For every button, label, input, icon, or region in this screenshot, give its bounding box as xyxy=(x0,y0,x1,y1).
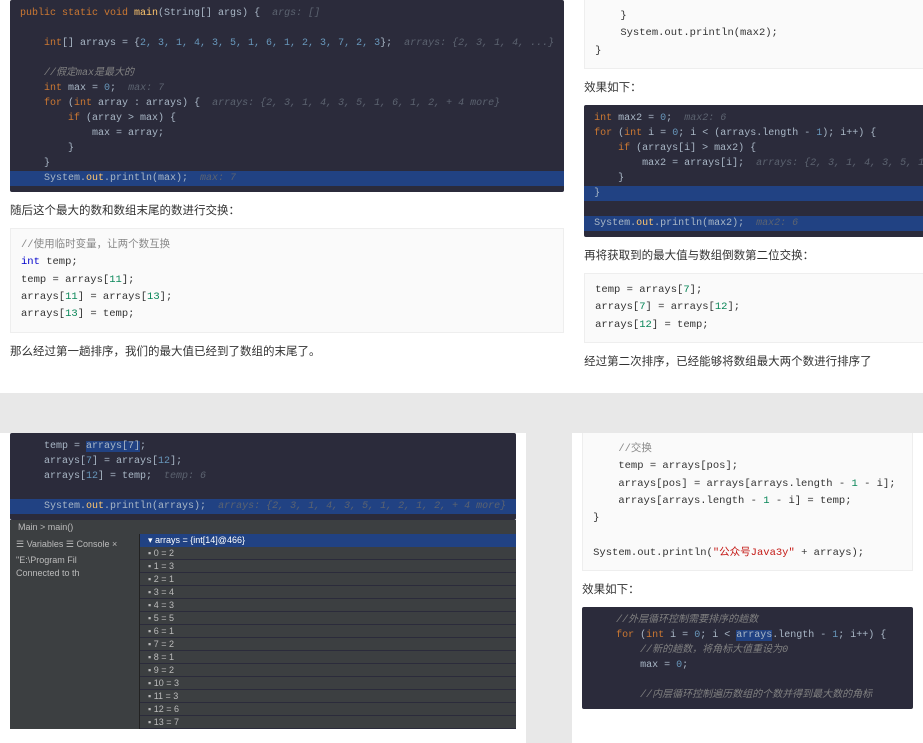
variable-row: ▪ 8 = 1 xyxy=(140,651,516,664)
paragraph: 效果如下： xyxy=(584,79,923,95)
variable-row: ▪ 11 = 3 xyxy=(140,690,516,703)
variable-row: ▪ 6 = 1 xyxy=(140,625,516,638)
debug-panel: ☰ Variables ☰ Console × "E:\Program Fil … xyxy=(10,534,516,729)
variable-row: ▪ 9 = 2 xyxy=(140,664,516,677)
page-4: //交换 temp = arrays[pos]; arrays[pos] = a… xyxy=(572,433,923,743)
paragraph: 经过第二次排序，已经能够将数组最大两个数进行排序了 xyxy=(584,353,923,369)
debug-console-tab: ☰ Variables ☰ Console × "E:\Program Fil … xyxy=(10,534,140,729)
page-3: temp = arrays[7]; arrays[7] = arrays[12]… xyxy=(0,433,526,743)
code-block-ide-4: //外层循环控制需要排序的趟数 for (int i = 0; i < arra… xyxy=(582,607,913,709)
variable-header: ▾ arrays = {int[14]@466} xyxy=(140,534,516,547)
paragraph: 随后这个最大的数和数组末尾的数进行交换： xyxy=(10,202,564,218)
variable-row: ▪ 12 = 6 xyxy=(140,703,516,716)
variable-row: ▪ 0 = 2 xyxy=(140,547,516,560)
page-2: } System.out.println(max2); } 效果如下： int … xyxy=(574,0,923,393)
row-separator xyxy=(0,393,923,433)
variable-row: ▪ 4 = 3 xyxy=(140,599,516,612)
code-block-light-1: //使用临时变量，让两个数互换 int temp; temp = arrays[… xyxy=(10,228,564,333)
page-1: public static void main(String[] args) {… xyxy=(0,0,574,393)
variable-row: ▪ 10 = 3 xyxy=(140,677,516,690)
variable-row: ▪ 3 = 4 xyxy=(140,586,516,599)
paragraph: 效果如下： xyxy=(582,581,913,597)
code-block-light-2a: } System.out.println(max2); } xyxy=(584,0,923,69)
variable-row: ▪ 7 = 2 xyxy=(140,638,516,651)
code-block-light-4a: //交换 temp = arrays[pos]; arrays[pos] = a… xyxy=(582,433,913,571)
variable-row: ▪ 1 = 3 xyxy=(140,560,516,573)
variable-row: ▪ 2 = 1 xyxy=(140,573,516,586)
variable-row: ▪ 13 = 7 xyxy=(140,716,516,729)
paragraph: 那么经过第一趟排序，我们的最大值已经到了数组的末尾了。 xyxy=(10,343,564,359)
code-block-ide-1: public static void main(String[] args) {… xyxy=(10,0,564,192)
debug-frames-row: Main > main() xyxy=(10,520,516,534)
code-block-ide-3: temp = arrays[7]; arrays[7] = arrays[12]… xyxy=(10,433,516,520)
code-block-light-2b: temp = arrays[7]; arrays[7] = arrays[12]… xyxy=(584,273,923,343)
variable-row: ▪ 5 = 5 xyxy=(140,612,516,625)
debug-variables: ▾ arrays = {int[14]@466} ▪ 0 = 2 ▪ 1 = 3… xyxy=(140,534,516,729)
paragraph: 再将获取到的最大值与数组倒数第二位交换： xyxy=(584,247,923,263)
code-block-ide-2: int max2 = 0; max2: 6 for (int i = 0; i … xyxy=(584,105,923,237)
page-separator xyxy=(526,433,572,743)
